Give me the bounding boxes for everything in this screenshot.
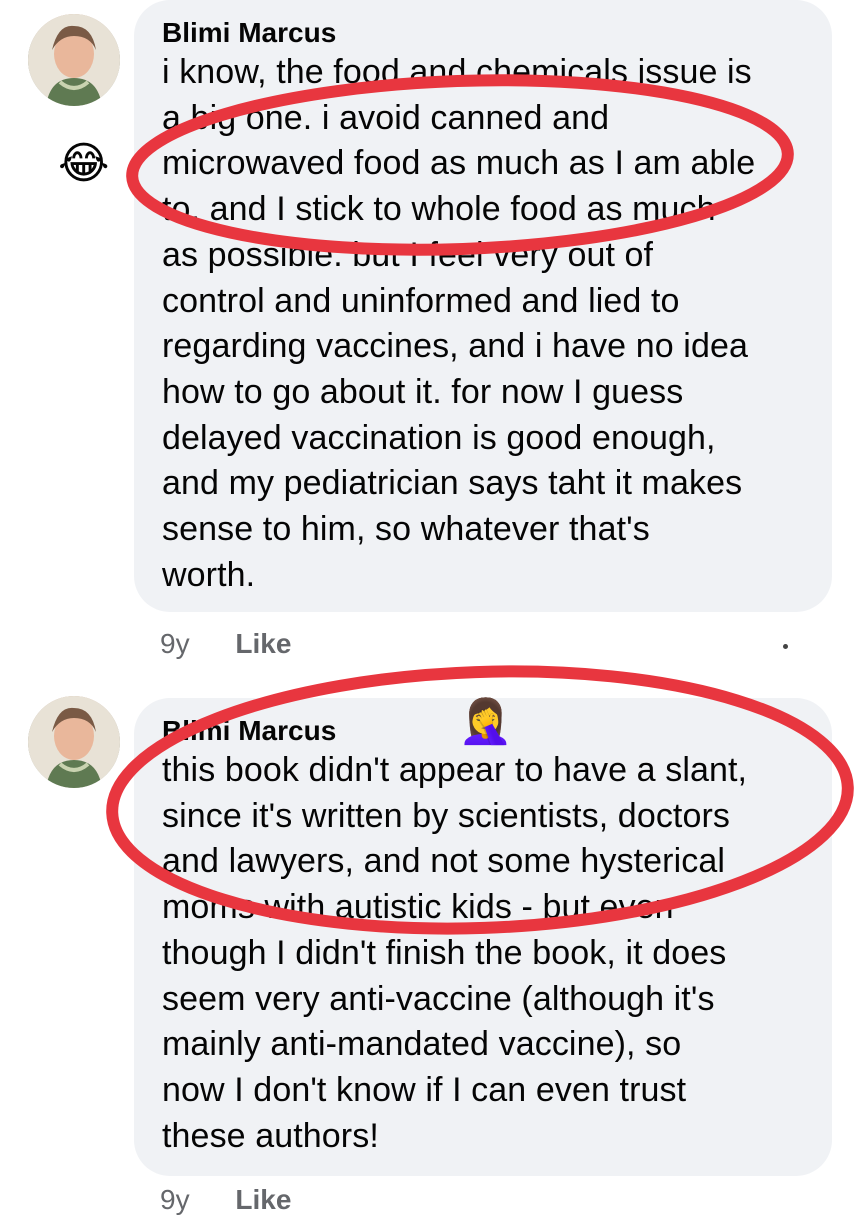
text-line: now I don't know if I can even trust: [162, 1070, 687, 1109]
text-line: as possible. but I feel very out of: [162, 235, 654, 274]
text-line: delayed vaccination is good enough,: [162, 418, 716, 457]
text-line: this book didn't appear to have a slant,: [162, 751, 748, 789]
text-line: these authors!: [162, 1116, 379, 1155]
text-line: i know, the food and chemicals issue is: [162, 53, 752, 91]
like-button[interactable]: Like: [235, 628, 291, 659]
profile-photo-icon: [28, 696, 120, 788]
comment-author[interactable]: Blimi Marcus: [162, 16, 810, 50]
laughing-emoji: 😂: [58, 139, 110, 188]
profile-photo-icon: [28, 14, 120, 106]
comment-meta: 9y Like: [160, 1184, 291, 1216]
text-line: though I didn't finish the book, it does: [162, 933, 727, 972]
comment-bubble: Blimi Marcus i know, the food and chemic…: [134, 0, 832, 612]
text-line: a big one. i avoid canned and: [162, 98, 610, 137]
text-line: regarding vaccines, and i have no idea: [162, 327, 748, 366]
text-line: how to go about it. for now I guess: [162, 372, 684, 411]
text-line: microwaved food as much as I am able: [162, 144, 756, 183]
comment-text: this book didn't appear to have a slant,…: [162, 748, 810, 1159]
text-line: moms with autistic kids - but even: [162, 888, 674, 927]
text-line: to, and I stick to whole food as much: [162, 190, 716, 229]
comment-timestamp[interactable]: 9y: [160, 628, 190, 659]
text-line: mainly anti-mandated vaccine), so: [162, 1025, 682, 1064]
comment-text: i know, the food and chemicals issue is …: [162, 50, 810, 598]
text-line: and my pediatrician says taht it makes: [162, 464, 743, 503]
facepalm-emoji: 🤦‍♀️: [458, 697, 513, 746]
comment-meta: 9y Like: [160, 628, 291, 660]
comment-bubble: Blimi Marcus this book didn't appear to …: [134, 698, 832, 1176]
avatar[interactable]: [28, 696, 120, 788]
text-line: since it's written by scientists, doctor…: [162, 796, 731, 835]
more-options-icon[interactable]: [783, 644, 788, 649]
text-line: and lawyers, and not some hysterical: [162, 842, 725, 881]
text-line: sense to him, so whatever that's: [162, 510, 650, 549]
text-line: control and uninformed and lied to: [162, 281, 680, 320]
avatar[interactable]: [28, 14, 120, 106]
text-line: worth.: [162, 555, 256, 594]
text-line: seem very anti-vaccine (although it's: [162, 979, 715, 1018]
